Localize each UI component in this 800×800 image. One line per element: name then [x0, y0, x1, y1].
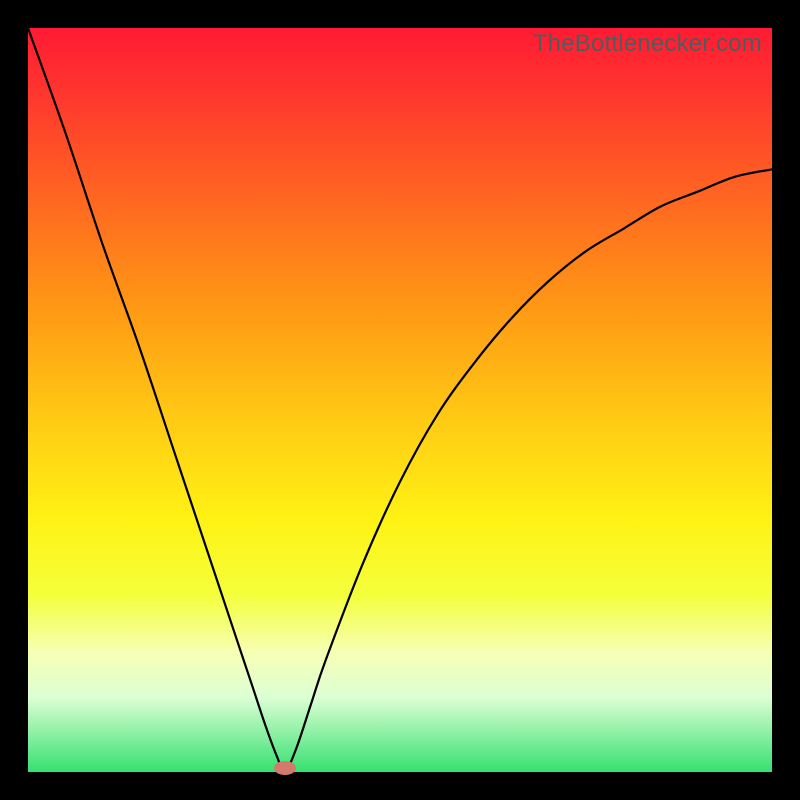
chart-frame: TheBottlenecker.com — [0, 0, 800, 800]
bottleneck-curve — [28, 28, 772, 772]
plot-area: TheBottlenecker.com — [28, 28, 772, 772]
optimal-point-marker — [274, 761, 296, 775]
